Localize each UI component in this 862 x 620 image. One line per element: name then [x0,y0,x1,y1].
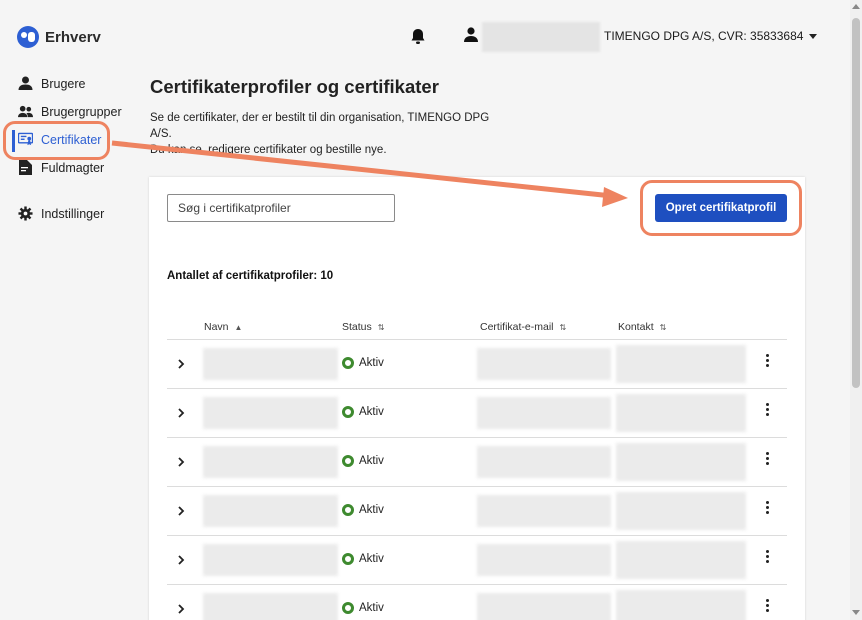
user-name-redacted [482,22,600,52]
sort-up-icon: ▲ [234,322,243,332]
sidebar-item-label: Indstillinger [41,206,105,221]
sidebar-item-brugere[interactable]: Brugere [18,76,85,91]
column-header-kontakt[interactable]: Kontakt ⇅ [618,321,666,333]
expand-row-icon[interactable] [176,506,186,516]
page-title: Certifikaterprofiler og certifikater [150,76,439,97]
name-redacted [203,495,338,527]
email-redacted [477,446,611,478]
sidebar-item-label: Fuldmagter [41,160,105,175]
sidebar-item-brugergrupper[interactable]: Brugergrupper [18,104,122,119]
column-header-navn[interactable]: Navn ▲ [204,321,242,333]
expand-row-icon[interactable] [176,359,186,369]
email-redacted [477,397,611,429]
row-menu-icon[interactable] [765,354,771,368]
brand[interactable]: Erhverv [17,26,101,48]
sort-icon: ⇅ [377,322,385,332]
sidebar-item-label: Brugere [41,76,86,91]
organization-selector[interactable]: TIMENGO DPG A/S, CVR: 35833684 [604,29,818,43]
expand-row-icon[interactable] [176,555,186,565]
top-header: Erhverv TIMENGO DPG A/S, CVR: 35833684 [0,0,850,72]
sidebar-item-indstillinger[interactable]: Indstillinger [18,206,104,221]
name-redacted [203,348,338,380]
scrollbar-thumb[interactable] [852,18,860,388]
email-redacted [477,593,611,620]
column-header-email[interactable]: Certifikat-e-mail ⇅ [480,321,566,333]
status-badge: Aktiv [342,406,384,418]
annotation-highlight-button [640,180,802,236]
contact-redacted [616,394,746,432]
sort-icon: ⇅ [559,322,567,332]
profile-count: Antallet af certifikatprofiler: 10 [167,270,334,282]
status-active-icon [342,553,354,565]
scroll-down-arrow[interactable] [852,610,860,615]
table-divider [167,535,787,536]
email-redacted [477,544,611,576]
status-active-icon [342,357,354,369]
status-badge: Aktiv [342,504,384,516]
table-divider [167,437,787,438]
caret-down-icon [809,33,818,39]
table-divider [167,388,787,389]
bell-icon[interactable] [410,28,426,45]
brand-name: Erhverv [45,28,101,46]
annotation-highlight-sidebar [3,121,110,160]
expand-row-icon[interactable] [176,408,186,418]
contact-redacted [616,443,746,481]
organization-name: TIMENGO DPG A/S, CVR: 35833684 [604,29,804,43]
row-menu-icon[interactable] [765,599,771,613]
scroll-up-arrow[interactable] [852,4,860,9]
status-badge: Aktiv [342,357,384,369]
row-menu-icon[interactable] [765,452,771,466]
status-badge: Aktiv [342,602,384,614]
status-active-icon [342,406,354,418]
user-icon [18,76,33,90]
table-divider [167,486,787,487]
status-active-icon [342,504,354,516]
column-header-status[interactable]: Status ⇅ [342,321,384,333]
row-menu-icon[interactable] [765,501,771,515]
users-icon [18,105,33,118]
expand-row-icon[interactable] [176,457,186,467]
row-menu-icon[interactable] [765,403,771,417]
sidebar-item-label: Brugergrupper [41,104,122,119]
expand-row-icon[interactable] [176,604,186,614]
email-redacted [477,348,611,380]
name-redacted [203,544,338,576]
user-icon[interactable] [464,27,478,43]
brand-logo-icon [17,26,39,48]
table-divider [167,339,787,340]
row-menu-icon[interactable] [765,550,771,564]
gear-icon [18,206,33,221]
status-active-icon [342,455,354,467]
page-description: Se de certifikater, der er bestilt til d… [150,112,490,156]
table-divider [167,584,787,585]
contact-redacted [616,345,746,383]
sort-icon: ⇅ [659,322,667,332]
status-badge: Aktiv [342,553,384,565]
sidebar-item-fuldmagter[interactable]: Fuldmagter [18,160,104,175]
contact-redacted [616,492,746,530]
name-redacted [203,446,338,478]
status-badge: Aktiv [342,455,384,467]
document-icon [19,160,32,175]
contact-redacted [616,541,746,579]
email-redacted [477,495,611,527]
name-redacted [203,593,338,620]
status-active-icon [342,602,354,614]
name-redacted [203,397,338,429]
search-input[interactable] [167,194,395,222]
contact-redacted [616,590,746,620]
